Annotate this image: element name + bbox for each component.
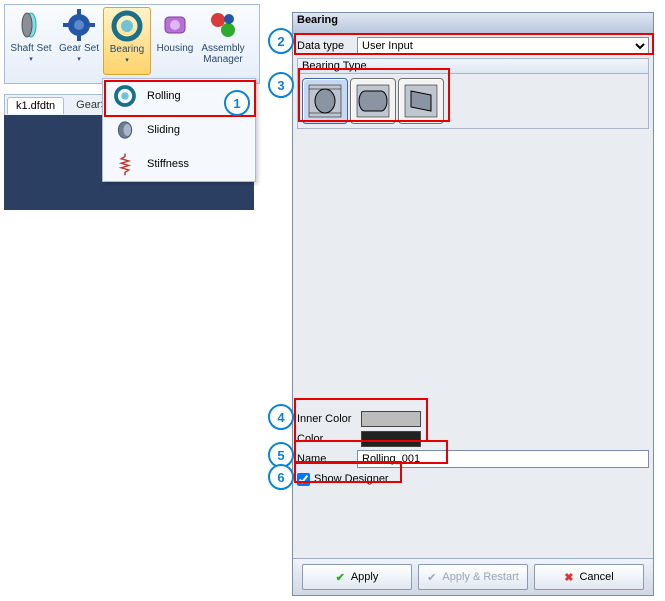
- assembly-icon: [207, 9, 239, 41]
- ribbon-housing-label: Housing: [157, 43, 194, 54]
- ribbon-assembly-manager[interactable]: Assembly Manager: [199, 7, 247, 75]
- dropdown-stiffness-label: Stiffness: [147, 158, 189, 170]
- annotation-1: 1: [224, 90, 250, 116]
- dropdown-stiffness[interactable]: Stiffness: [103, 147, 255, 181]
- ribbon-shaft-label: Shaft Set: [10, 43, 51, 54]
- bearing-panel: Bearing Data type User Input Bearing Typ…: [292, 12, 654, 596]
- shaft-icon: [15, 9, 47, 41]
- color-swatch[interactable]: [361, 431, 421, 447]
- show-designer-checkbox[interactable]: [297, 473, 310, 486]
- bearing-type-group: Bearing Type: [297, 58, 649, 129]
- apply-button[interactable]: ✔Apply: [302, 564, 412, 590]
- datatype-select[interactable]: User Input: [357, 37, 649, 55]
- sliding-icon: [113, 118, 137, 142]
- dropdown-sliding-label: Sliding: [147, 124, 180, 136]
- ribbon-bearing[interactable]: Bearing▾: [103, 7, 151, 75]
- inner-color-swatch[interactable]: [361, 411, 421, 427]
- housing-icon: [159, 9, 191, 41]
- cancel-button[interactable]: ✖Cancel: [534, 564, 644, 590]
- color-label: Color: [297, 433, 357, 445]
- dropdown-rolling-label: Rolling: [147, 90, 181, 102]
- bearing-type-3[interactable]: [398, 78, 444, 124]
- rolling-icon: [113, 84, 137, 108]
- tab-file-1[interactable]: k1.dfdtn: [7, 97, 64, 114]
- check-icon: ✔: [427, 571, 436, 584]
- stiffness-icon: [113, 152, 137, 176]
- dropdown-sliding[interactable]: Sliding: [103, 113, 255, 147]
- show-designer-label: Show Designer: [314, 473, 389, 485]
- bearing-type-1[interactable]: [302, 78, 348, 124]
- annotation-3: 3: [268, 72, 294, 98]
- ribbon: Shaft Set▾ Gear Set▾ Bearing▾ Housing As…: [4, 4, 260, 84]
- bearing-type-2[interactable]: [350, 78, 396, 124]
- apply-restart-button[interactable]: ✔Apply & Restart: [418, 564, 528, 590]
- bearing-icon: [111, 10, 143, 42]
- ribbon-shaft-set[interactable]: Shaft Set▾: [7, 7, 55, 75]
- name-label: Name: [297, 453, 357, 465]
- ribbon-assembly-label: Assembly Manager: [199, 43, 247, 65]
- annotation-6: 6: [268, 464, 294, 490]
- check-icon: ✔: [336, 571, 345, 584]
- bearing-type-header: Bearing Type: [298, 59, 648, 74]
- panel-footer: ✔Apply ✔Apply & Restart ✖Cancel: [293, 558, 653, 595]
- ribbon-gear-set[interactable]: Gear Set▾: [55, 7, 103, 75]
- ribbon-bearing-label: Bearing: [110, 44, 144, 55]
- datatype-label: Data type: [297, 40, 357, 52]
- annotation-4: 4: [268, 404, 294, 430]
- name-input[interactable]: [357, 450, 649, 468]
- annotation-2: 2: [268, 28, 294, 54]
- ribbon-housing[interactable]: Housing: [151, 7, 199, 75]
- gear-icon: [63, 9, 95, 41]
- cross-icon: ✖: [564, 571, 573, 584]
- inner-color-label: Inner Color: [297, 413, 357, 425]
- panel-title: Bearing: [293, 13, 653, 34]
- ribbon-gear-label: Gear Set: [59, 43, 99, 54]
